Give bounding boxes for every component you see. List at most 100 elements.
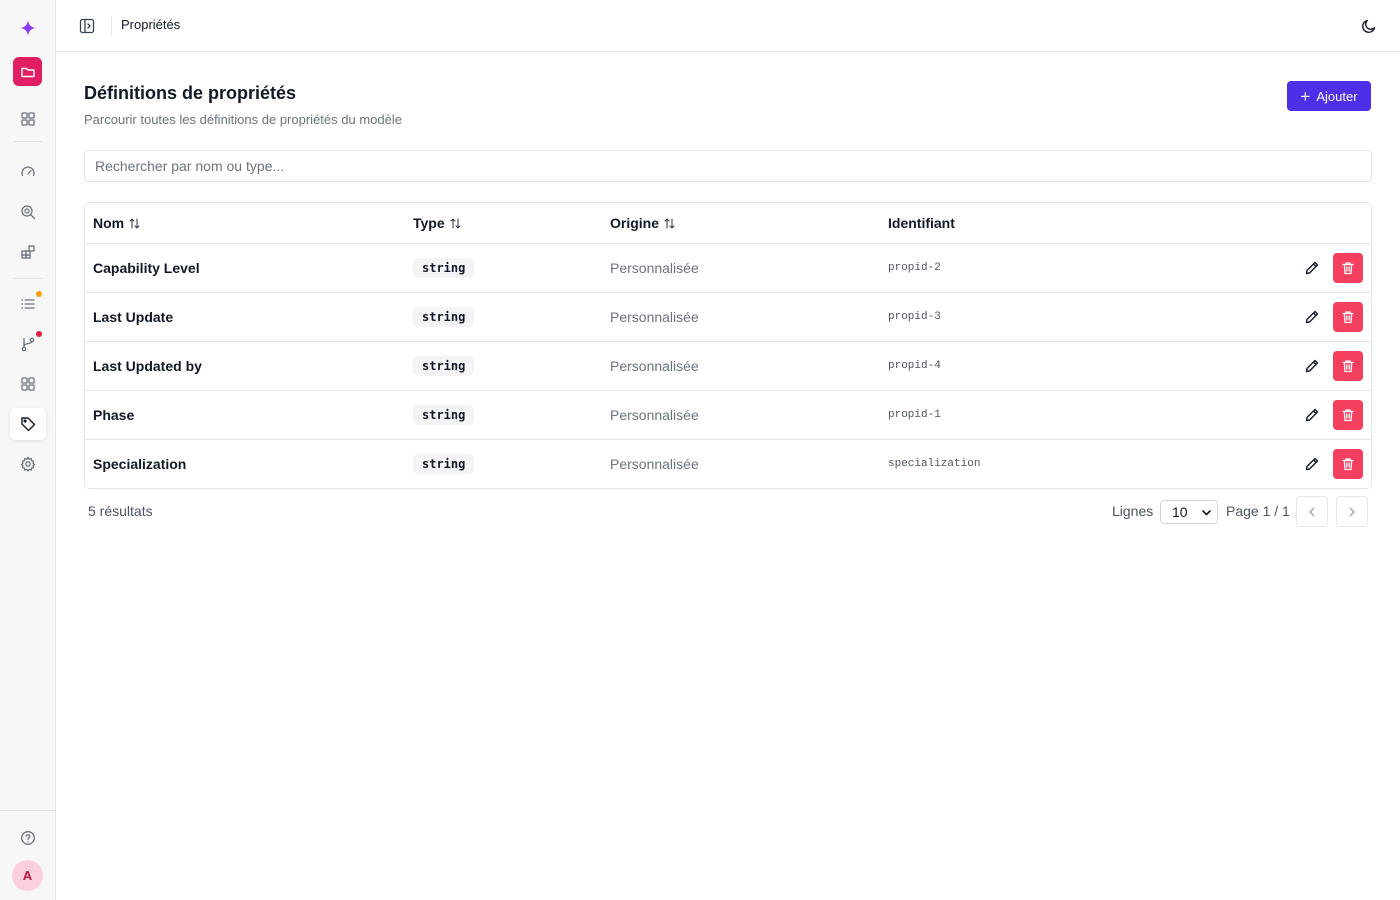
add-button[interactable]: + Ajouter — [1287, 81, 1371, 111]
property-origin: Personnalisée — [610, 407, 699, 423]
chevron-down-icon — [1202, 510, 1211, 516]
sidebar-item-folders[interactable] — [13, 57, 42, 86]
sidebar-divider — [14, 141, 42, 142]
sidebar-item-dashboard[interactable] — [10, 103, 46, 135]
rows-per-page-select[interactable]: 10 — [1160, 500, 1218, 524]
app-logo-icon[interactable] — [10, 12, 46, 44]
topbar-divider — [111, 16, 112, 36]
property-origin: Personnalisée — [610, 309, 699, 325]
sidebar-divider — [0, 810, 56, 811]
property-origin: Personnalisée — [610, 358, 699, 374]
sort-icon — [664, 217, 675, 229]
search-zoom-icon — [21, 205, 36, 220]
sort-icon — [129, 217, 140, 229]
page-title: Définitions de propriétés — [84, 83, 297, 103]
pencil-icon — [1305, 457, 1319, 471]
pencil-icon — [1305, 359, 1319, 373]
sidebar-item-metrics[interactable] — [10, 156, 46, 188]
delete-button[interactable] — [1333, 449, 1363, 479]
tag-icon — [21, 417, 36, 432]
properties-table: Nom Type Origine Identifiant Capability … — [84, 202, 1372, 489]
property-identifier: propid-4 — [888, 360, 941, 372]
next-page-button[interactable] — [1336, 496, 1368, 527]
git-branch-icon — [21, 337, 35, 352]
property-identifier: propid-2 — [888, 262, 941, 274]
breadcrumb: Propriétés — [121, 17, 181, 32]
property-name: Specialization — [93, 456, 187, 472]
column-header-type[interactable]: Type — [413, 203, 462, 243]
table-row: Specialization string Personnalisée spec… — [85, 439, 1371, 488]
notification-dot — [36, 291, 42, 297]
delete-button[interactable] — [1333, 253, 1363, 283]
column-header-label: Identifiant — [888, 215, 955, 231]
gear-icon — [20, 456, 36, 472]
property-origin: Personnalisée — [610, 456, 699, 472]
blocks-icon — [21, 245, 35, 259]
delete-button[interactable] — [1333, 351, 1363, 381]
table-row: Last Update string Personnalisée propid-… — [85, 292, 1371, 341]
edit-button[interactable] — [1303, 259, 1321, 277]
edit-button[interactable] — [1303, 357, 1321, 375]
column-header-origine[interactable]: Origine — [610, 203, 676, 243]
grid-icon — [21, 112, 35, 126]
delete-button[interactable] — [1333, 302, 1363, 332]
sidebar: A — [0, 0, 56, 900]
rows-label: Lignes — [1112, 503, 1154, 519]
property-identifier: propid-1 — [888, 409, 941, 421]
trash-icon — [1342, 360, 1354, 373]
delete-button[interactable] — [1333, 400, 1363, 430]
edit-button[interactable] — [1303, 455, 1321, 473]
results-count: 5 résultats — [88, 503, 153, 519]
edit-button[interactable] — [1303, 406, 1321, 424]
gauge-icon — [21, 166, 35, 177]
sidebar-item-branches[interactable] — [10, 328, 46, 360]
chevron-right-icon — [1349, 507, 1355, 516]
list-icon — [21, 299, 35, 309]
help-circle-icon — [21, 831, 35, 845]
trash-icon — [1342, 262, 1354, 275]
property-identifier: propid-3 — [888, 311, 941, 323]
column-header-label: Nom — [93, 215, 125, 231]
table-row: Capability Level string Personnalisée pr… — [85, 243, 1371, 292]
type-badge: string — [413, 307, 475, 327]
folder-icon — [20, 67, 35, 77]
column-header-label: Type — [413, 215, 445, 231]
notification-dot — [36, 331, 42, 337]
moon-icon[interactable] — [1360, 17, 1378, 35]
type-badge: string — [413, 258, 475, 278]
property-origin: Personnalisée — [610, 260, 699, 276]
pencil-icon — [1305, 408, 1319, 422]
sidebar-item-settings[interactable] — [10, 448, 46, 480]
trash-icon — [1342, 409, 1354, 422]
previous-page-button[interactable] — [1296, 496, 1328, 527]
sidebar-item-components[interactable] — [10, 236, 46, 268]
apps-grid-icon — [21, 377, 35, 391]
plus-icon: + — [1300, 86, 1311, 106]
property-identifier: specialization — [888, 458, 981, 470]
table-row: Phase string Personnalisée propid-1 — [85, 390, 1371, 439]
sparkle-icon — [20, 20, 36, 36]
type-badge: string — [413, 405, 475, 425]
table-header: Nom Type Origine Identifiant — [85, 203, 1371, 243]
table-row: Last Updated by string Personnalisée pro… — [85, 341, 1371, 390]
sidebar-item-properties[interactable] — [10, 408, 46, 440]
rows-per-page-value: 10 — [1172, 504, 1188, 520]
avatar[interactable]: A — [12, 860, 43, 891]
sidebar-item-apps[interactable] — [10, 368, 46, 400]
sidebar-divider — [14, 278, 42, 279]
type-badge: string — [413, 454, 475, 474]
search-input[interactable] — [84, 150, 1372, 182]
property-name: Last Updated by — [93, 358, 202, 374]
sidebar-item-list[interactable] — [10, 288, 46, 320]
sidebar-toggle-icon[interactable] — [78, 17, 96, 35]
column-header-label: Origine — [610, 215, 660, 231]
edit-button[interactable] — [1303, 308, 1321, 326]
sidebar-item-help[interactable] — [10, 822, 46, 854]
add-button-label: Ajouter — [1316, 88, 1358, 104]
column-header-identifiant: Identifiant — [888, 203, 955, 243]
sidebar-item-explore[interactable] — [10, 196, 46, 228]
chevron-left-icon — [1309, 507, 1315, 516]
trash-icon — [1342, 458, 1354, 471]
property-name: Phase — [93, 407, 135, 423]
column-header-nom[interactable]: Nom — [93, 203, 141, 243]
